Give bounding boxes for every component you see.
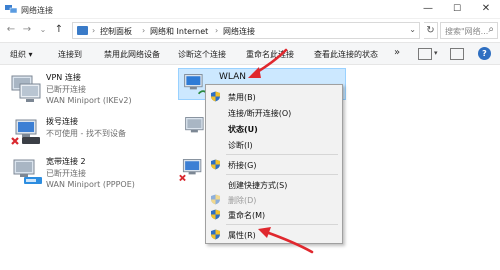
- annotation-arrow-properties: [258, 227, 314, 254]
- uac-shield-icon: [211, 229, 220, 240]
- menu-item-connect-disconnect[interactable]: 连接/断开连接(O): [206, 105, 342, 120]
- menu-item-label: 状态(U): [228, 125, 258, 134]
- breadcrumb-separator: ›: [142, 26, 146, 35]
- connection-broadband[interactable]: 宽带连接 2 已断开连接 WAN Miniport (PPPOE): [10, 154, 170, 200]
- menu-item-disable[interactable]: 禁用(B): [206, 89, 342, 104]
- title-bar: 网络连接 — ☐ ✕: [0, 0, 500, 19]
- connection-status: 已断开连接: [46, 85, 86, 94]
- up-button[interactable]: ↑: [52, 23, 66, 37]
- menu-item-label: 删除(D): [228, 196, 257, 205]
- broadband-icon: [13, 159, 42, 184]
- uac-shield-icon: [211, 159, 220, 170]
- annotation-arrow-wlan: [248, 48, 288, 78]
- maximize-button[interactable]: ☐: [449, 2, 465, 16]
- connection-name: 拨号连接: [46, 117, 78, 126]
- menu-item-status[interactable]: 状态(U): [206, 121, 342, 136]
- view-status-button[interactable]: 查看此连接的状态: [314, 49, 378, 60]
- menu-item-delete[interactable]: 删除(D): [206, 192, 342, 207]
- disable-device-button[interactable]: 禁用此网络设备: [104, 49, 160, 60]
- address-row: ← → ⌄ ↑ › 控制面板 › 网络和 Internet › 网络连接 ⌄ ↻…: [0, 19, 500, 42]
- connection-name: VPN 连接: [46, 73, 81, 82]
- preview-pane-icon[interactable]: [450, 48, 464, 60]
- help-button[interactable]: ?: [478, 47, 491, 60]
- menu-item-create-shortcut[interactable]: 创建快捷方式(S): [206, 177, 342, 192]
- view-dropdown-icon[interactable]: ▾: [434, 49, 438, 57]
- uac-shield-icon: [211, 194, 220, 205]
- connection-device: WAN Miniport (PPPOE): [46, 180, 135, 189]
- menu-separator: [226, 174, 338, 175]
- breadcrumb-separator: ›: [92, 26, 96, 35]
- window-title: 网络连接: [21, 6, 53, 15]
- connection-status: 不可使用 - 找不到设备: [46, 129, 126, 138]
- connection-name: 宽带连接 2: [46, 157, 86, 166]
- connection-status: 已断开连接: [46, 169, 86, 178]
- connection-vpn[interactable]: VPN 连接 已断开连接 WAN Miniport (IKEv2): [10, 70, 170, 116]
- more-commands-button[interactable]: »: [394, 47, 400, 58]
- breadcrumb-separator: ›: [215, 26, 219, 35]
- minimize-button[interactable]: —: [420, 2, 436, 16]
- diagnose-button[interactable]: 诊断这个连接: [178, 49, 226, 60]
- menu-item-label: 禁用(B): [228, 93, 256, 102]
- breadcrumb-control-panel[interactable]: 控制面板: [100, 26, 132, 37]
- search-box[interactable]: 搜索"网络... ⌕: [440, 22, 498, 39]
- connect-to-button[interactable]: 连接到: [58, 49, 82, 60]
- search-input[interactable]: 搜索"网络...: [445, 26, 488, 37]
- menu-separator: [226, 154, 338, 155]
- menu-item-diagnose[interactable]: 诊断(I): [206, 137, 342, 152]
- close-button[interactable]: ✕: [478, 2, 494, 16]
- menu-item-label: 属性(R): [228, 231, 256, 240]
- network-adapter-icon: [179, 159, 202, 182]
- forward-button[interactable]: →: [20, 23, 34, 37]
- search-icon: ⌕: [488, 24, 494, 35]
- breadcrumb-network-internet[interactable]: 网络和 Internet: [150, 26, 208, 37]
- menu-item-label: 连接/断开连接(O): [228, 109, 292, 118]
- recent-locations-button[interactable]: ⌄: [36, 23, 50, 37]
- breadcrumb-network-connections[interactable]: 网络连接: [223, 26, 255, 37]
- menu-item-label: 诊断(I): [228, 141, 253, 150]
- menu-item-label: 创建快捷方式(S): [228, 181, 288, 190]
- connection-device: WAN Miniport (IKEv2): [46, 96, 132, 105]
- vpn-icon: [11, 75, 41, 102]
- address-dropdown-icon[interactable]: ⌄: [409, 25, 416, 34]
- network-connections-icon: [5, 5, 17, 14]
- change-view-icon[interactable]: [418, 48, 432, 60]
- uac-shield-icon: [211, 209, 220, 220]
- organize-button[interactable]: 组织 ▾: [10, 49, 33, 60]
- control-panel-icon: [77, 26, 88, 35]
- refresh-button[interactable]: ↻: [424, 22, 438, 39]
- menu-item-bridge[interactable]: 桥接(G): [206, 157, 342, 172]
- address-bar[interactable]: › 控制面板 › 网络和 Internet › 网络连接 ⌄: [72, 22, 420, 39]
- menu-item-label: 桥接(G): [228, 161, 257, 170]
- back-button[interactable]: ←: [4, 23, 18, 37]
- uac-shield-icon: [211, 91, 220, 102]
- dialup-icon: [11, 119, 40, 145]
